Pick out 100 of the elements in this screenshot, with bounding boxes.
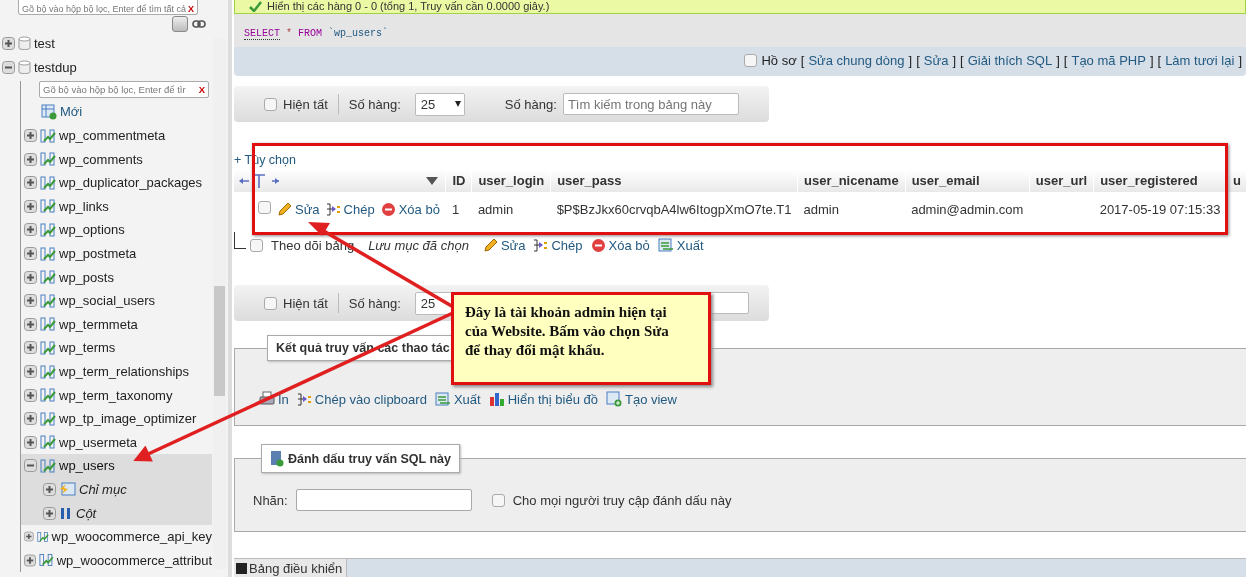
collapse-all-button[interactable] <box>172 16 188 32</box>
expand-icon[interactable] <box>24 317 37 331</box>
table-name[interactable]: wp_woocommerce_api_key <box>51 529 212 545</box>
label-input-field[interactable] <box>295 489 472 511</box>
bracket: [ <box>1157 53 1162 68</box>
collapse-icon[interactable] <box>2 60 15 74</box>
table-name[interactable]: wp_social_users <box>59 293 156 309</box>
table-icon <box>40 316 56 333</box>
bulk-action-link[interactable]: Xóa bỏ <box>590 238 650 253</box>
table-name[interactable]: wp_term_taxonomy <box>59 387 173 403</box>
table-icon <box>40 363 56 380</box>
query-operation-link[interactable]: In <box>259 391 289 407</box>
expand-icon[interactable] <box>24 247 37 261</box>
collapse-icon[interactable] <box>24 459 37 473</box>
query-tool-link[interactable]: Sửa <box>923 53 949 68</box>
export-icon <box>434 391 451 407</box>
share-checkbox[interactable] <box>491 493 505 507</box>
console-tab[interactable]: Bảng điều khiển <box>234 559 348 577</box>
expand-icon[interactable] <box>24 341 37 355</box>
copy-icon <box>296 391 312 407</box>
expand-icon[interactable] <box>24 199 37 213</box>
table-cell: admin <box>477 201 514 217</box>
database-icon <box>18 59 31 75</box>
filter-field[interactable]: Gõ bộ vào hộp bộ lọc, Enter để tìm tất cả X <box>18 0 198 15</box>
expand-icon[interactable] <box>43 506 56 520</box>
table-name[interactable]: wp_users <box>59 458 115 474</box>
sort-caret-icon[interactable] <box>426 176 438 185</box>
row-action-link[interactable]: Sửa <box>277 201 320 217</box>
expand-icon[interactable] <box>24 223 37 237</box>
bookmark-icon <box>270 450 284 467</box>
expand-icon[interactable] <box>43 483 56 496</box>
bracket: ] <box>952 53 957 68</box>
row-action-link[interactable]: Chép <box>325 201 375 217</box>
columns-icon <box>59 506 73 521</box>
share-label: Cho mọi người truy cập đánh dấu này <box>512 492 732 508</box>
database-name[interactable]: testdup <box>34 59 77 75</box>
row-action-link[interactable]: Xóa bỏ <box>380 201 440 217</box>
bracket: ] <box>1149 53 1154 68</box>
expand-icon[interactable] <box>24 412 37 426</box>
query-operation-link[interactable]: Tạo view <box>605 391 677 407</box>
profile-checkbox[interactable] <box>744 54 758 67</box>
table-subitem[interactable]: Chỉ mục <box>79 482 127 497</box>
bulk-action-link[interactable]: Chép <box>533 238 583 253</box>
query-tool-link[interactable]: Giải thích SQL <box>967 53 1053 68</box>
rows-dropdown[interactable]: 25 <box>414 92 465 116</box>
table-name[interactable]: wp_postmeta <box>59 246 137 262</box>
table-name[interactable]: wp_options <box>59 222 125 238</box>
link-icon[interactable] <box>192 19 206 29</box>
table-subitem[interactable]: Cột <box>76 505 97 521</box>
clear-filter-button[interactable]: X <box>196 84 205 96</box>
show-all-checkbox[interactable] <box>264 296 277 310</box>
database-name[interactable]: test <box>34 36 55 52</box>
bulk-action-link[interactable]: Sửa <box>482 238 526 253</box>
expand-icon[interactable] <box>24 270 37 284</box>
query-operation-link[interactable]: Chép vào clipboard <box>296 391 427 407</box>
query-operation-link[interactable]: Xuất <box>434 391 481 407</box>
new-table-link[interactable]: Mới <box>60 104 83 120</box>
bulk-action-link[interactable]: Xuất <box>657 238 704 253</box>
message-text: Hiển thị các hàng 0 - 0 (tổng 1, Truy vấn cần 0.0000 giây.) <box>267 1 550 12</box>
table-name[interactable]: wp_commentmeta <box>59 128 166 144</box>
expand-icon[interactable] <box>24 553 36 567</box>
expand-icon[interactable] <box>24 530 34 544</box>
table-name[interactable]: wp_posts <box>59 269 114 285</box>
expand-icon[interactable] <box>24 176 37 190</box>
table-cell: admin@admin.com <box>911 201 1024 217</box>
table-name[interactable]: wp_term_relationships <box>59 364 190 379</box>
table-icon <box>40 221 56 238</box>
table-name[interactable]: wp_termmeta <box>59 316 138 332</box>
table-name[interactable]: wp_terms <box>59 340 116 356</box>
filter-field[interactable]: Gõ bộ vào hộp bộ lọc, Enter để tìr X <box>39 81 209 99</box>
bracket: ] <box>1238 53 1242 68</box>
resize-arrows-icon[interactable] <box>238 172 280 189</box>
table-name[interactable]: wp_links <box>59 198 109 214</box>
expand-icon[interactable] <box>2 37 15 51</box>
table-cell: admin <box>803 201 839 217</box>
table-name[interactable]: wp_usermeta <box>59 434 138 450</box>
expand-icon[interactable] <box>24 152 37 166</box>
expand-icon[interactable] <box>24 388 37 402</box>
bracket: [ <box>960 53 964 68</box>
query-tool-link[interactable]: Tạo mã PHP <box>1071 53 1146 68</box>
table-name[interactable]: wp_woocommerce_attribut <box>56 552 212 568</box>
table-name[interactable]: wp_comments <box>59 151 143 167</box>
table-name[interactable]: wp_duplicator_packages <box>59 175 203 191</box>
clear-filter-button[interactable]: X <box>186 4 195 14</box>
expand-icon[interactable] <box>24 294 37 308</box>
bracket: ] <box>908 53 913 68</box>
show-all-checkbox[interactable] <box>264 97 277 111</box>
table-name[interactable]: wp_tp_image_optimizer <box>59 411 197 427</box>
row-checkbox[interactable] <box>258 201 271 214</box>
table-icon <box>40 245 56 262</box>
check-all-checkbox[interactable] <box>250 239 263 252</box>
export-icon <box>657 238 674 253</box>
query-tool-link[interactable]: Sửa chung dòng <box>808 53 905 68</box>
expand-icon[interactable] <box>24 365 37 378</box>
search-field[interactable]: Tìm kiếm trong bảng này <box>562 93 739 115</box>
query-tool-link[interactable]: Làm tươi lại <box>1165 53 1235 68</box>
expand-icon[interactable] <box>24 129 37 143</box>
table-icon <box>40 457 56 474</box>
expand-icon[interactable] <box>24 435 37 449</box>
query-operation-link[interactable]: Hiển thị biểu đồ <box>488 391 598 407</box>
